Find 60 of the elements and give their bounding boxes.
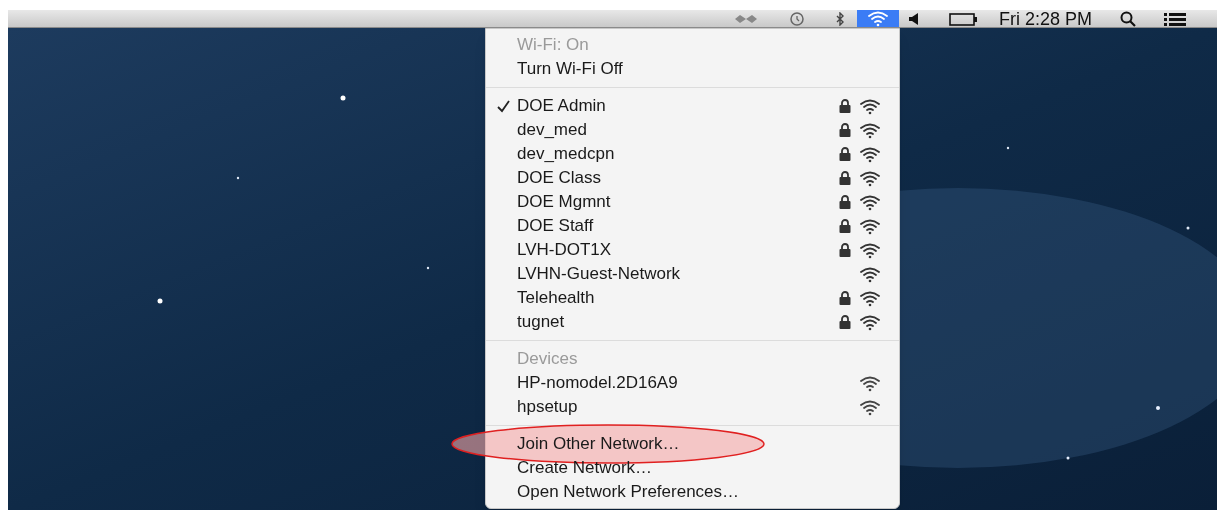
lock-icon — [839, 219, 851, 233]
menu-bar-clock[interactable]: Fri 2:28 PM — [999, 10, 1093, 28]
network-item[interactable]: DOE Mgmnt — [486, 190, 899, 214]
lock-icon — [839, 243, 851, 257]
network-name: DOE Admin — [517, 95, 607, 118]
menu-item[interactable]: Turn Wi-Fi Off — [486, 57, 899, 81]
wifi-icon — [867, 10, 889, 27]
speaker-icon[interactable] — [909, 12, 919, 25]
network-item[interactable]: LVHN-Guest-Network — [486, 262, 899, 286]
lock-icon — [839, 147, 851, 161]
wifi-signal-icon — [859, 193, 881, 211]
network-item[interactable]: dev_med — [486, 118, 899, 142]
wifi-signal-icon — [859, 97, 881, 115]
device-item[interactable]: HP-nomodel.2D16A9 — [486, 371, 899, 395]
wifi-signal-icon — [859, 374, 881, 392]
network-name: Telehealth — [517, 287, 596, 310]
wifi-signal-icon — [859, 289, 881, 307]
wifi-signal-icon — [859, 217, 881, 235]
network-item[interactable]: dev_medcpn — [486, 142, 899, 166]
menu-item[interactable]: Create Network… — [517, 455, 653, 481]
network-item[interactable]: DOE Class — [486, 166, 899, 190]
network-name: dev_med — [517, 119, 588, 142]
lock-icon — [839, 315, 851, 329]
network-name: LVHN-Guest-Network — [517, 263, 682, 286]
wifi-signal-icon — [859, 398, 881, 416]
network-item[interactable]: Telehealth — [486, 286, 899, 310]
network-name: dev_medcpn — [517, 143, 616, 166]
lock-icon — [839, 99, 851, 113]
network-item[interactable]: DOE Staff — [486, 214, 899, 238]
list-icon[interactable] — [1164, 11, 1187, 26]
battery-icon[interactable] — [949, 11, 979, 26]
network-item[interactable]: tugnet — [486, 310, 899, 334]
wifi-signal-icon — [859, 265, 881, 283]
lock-icon — [839, 123, 851, 137]
wifi-signal-icon — [859, 169, 881, 187]
wifi-signal-icon — [859, 145, 881, 163]
wifi-status-button[interactable] — [857, 10, 899, 27]
devices-heading: Devices — [517, 348, 578, 371]
network-name: DOE Staff — [517, 215, 595, 238]
device-name: hpsetup — [517, 396, 579, 419]
network-item[interactable]: LVH-DOT1X — [486, 238, 899, 262]
device-item[interactable]: hpsetup — [486, 395, 899, 419]
lock-icon — [839, 291, 851, 305]
search-icon[interactable] — [1120, 10, 1137, 27]
diamond-icon[interactable] — [735, 12, 757, 25]
network-item[interactable]: DOE Admin — [486, 94, 899, 118]
network-name: LVH-DOT1X — [517, 239, 613, 262]
lock-icon — [839, 195, 851, 209]
network-name: DOE Class — [517, 167, 603, 190]
wifi-signal-icon — [859, 241, 881, 259]
network-name: DOE Mgmnt — [517, 191, 612, 214]
menu-item[interactable]: Open Network Preferences… — [517, 479, 740, 505]
wifi-signal-icon — [859, 313, 881, 331]
wifi-status-label: Wi-Fi: On — [517, 34, 589, 57]
device-name: HP-nomodel.2D16A9 — [517, 372, 679, 395]
bluetooth-icon[interactable] — [835, 11, 845, 26]
clock-icon[interactable] — [787, 11, 805, 26]
network-name: tugnet — [517, 311, 566, 334]
lock-icon — [839, 171, 851, 185]
wifi-signal-icon — [859, 121, 881, 139]
